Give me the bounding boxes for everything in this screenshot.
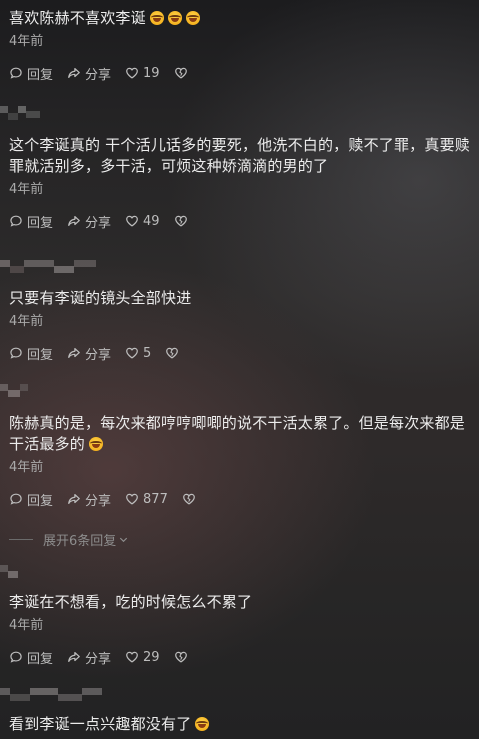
divider — [9, 539, 33, 540]
comment-time: 4年前 — [9, 460, 44, 475]
share-arrow-icon — [68, 652, 80, 662]
broken-heart-icon — [174, 67, 187, 79]
share-button[interactable]: 分享 — [67, 344, 111, 363]
comment-time: 4年前 — [9, 618, 44, 633]
heart-icon — [126, 215, 138, 227]
avatar[interactable] — [0, 565, 18, 579]
heart-icon — [126, 347, 138, 359]
comment-bubble-icon — [10, 493, 22, 505]
dislike-button[interactable] — [165, 346, 183, 360]
comment-item: 只要有李诞的镜头全部快进 4年前 回复 分享 5 — [9, 288, 471, 363]
comment-bubble-icon — [10, 651, 22, 663]
like-count: 5 — [143, 345, 152, 361]
comment-text: 这个李诞真的 干个活儿话多的要死，他洗不白的，赎不了罪，真要赎罪就活别多，多干活… — [9, 136, 470, 175]
like-count: 49 — [143, 213, 160, 229]
like-button[interactable]: 877 — [125, 492, 168, 507]
broken-heart-icon — [166, 347, 179, 359]
avatar[interactable] — [0, 384, 28, 398]
laughing-tears-emoji-icon — [195, 717, 210, 731]
avatar[interactable] — [0, 260, 96, 274]
share-button[interactable]: 分享 — [67, 212, 111, 231]
comment-item: 喜欢陈赫不喜欢李诞 4年前 回复 分享 19 — [9, 8, 471, 83]
dislike-button[interactable] — [174, 650, 192, 664]
reply-button[interactable]: 回复 — [9, 212, 53, 231]
laughing-tears-emoji-icon — [167, 11, 182, 25]
reply-button[interactable]: 回复 — [9, 344, 53, 363]
comment-bubble-icon — [10, 347, 22, 359]
reply-button[interactable]: 回复 — [9, 490, 53, 509]
share-button[interactable]: 分享 — [67, 648, 111, 667]
comment-actions: 回复 分享 19 — [9, 64, 471, 83]
reply-button[interactable]: 回复 — [9, 648, 53, 667]
avatar[interactable] — [0, 106, 40, 120]
comment-bubble-icon — [10, 215, 22, 227]
comment-item: 看到李诞一点兴趣都没有了 — [9, 714, 471, 735]
comment-text: 李诞在不想看，吃的时候怎么不累了 — [9, 593, 253, 611]
like-button[interactable]: 29 — [125, 650, 160, 665]
comment-time: 4年前 — [9, 34, 44, 49]
like-count: 19 — [143, 65, 160, 81]
heart-icon — [126, 67, 138, 79]
share-arrow-icon — [68, 68, 80, 78]
comment-text: 喜欢陈赫不喜欢李诞 — [9, 8, 471, 29]
broken-heart-icon — [174, 651, 187, 663]
broken-heart-icon — [174, 215, 187, 227]
comment-item: 陈赫真的是，每次来都哼哼唧唧的说不干活太累了。但是每次来都是干活最多的 4年前 … — [9, 413, 471, 509]
laughing-tears-emoji-icon — [149, 11, 164, 25]
avatar[interactable] — [0, 688, 102, 702]
comment-time: 4年前 — [9, 182, 44, 197]
laughing-tears-emoji-icon — [185, 11, 200, 25]
like-count: 29 — [143, 649, 160, 665]
comment-actions: 回复 分享 5 — [9, 344, 471, 363]
expand-replies-label: 展开6条回复 — [43, 534, 117, 549]
broken-heart-icon — [182, 493, 195, 505]
share-arrow-icon — [68, 494, 80, 504]
share-button[interactable]: 分享 — [67, 490, 111, 509]
share-button[interactable]: 分享 — [67, 64, 111, 83]
share-arrow-icon — [68, 216, 80, 226]
like-count: 877 — [143, 491, 168, 507]
comment-bubble-icon — [10, 67, 22, 79]
like-button[interactable]: 5 — [125, 346, 151, 361]
expand-replies-button[interactable]: 展开6条回复 — [9, 530, 129, 549]
comment-text: 只要有李诞的镜头全部快进 — [9, 289, 192, 307]
comment-text: 陈赫真的是，每次来都哼哼唧唧的说不干活太累了。但是每次来都是干活最多的 — [9, 414, 466, 453]
heart-icon — [126, 493, 138, 505]
comment-text: 看到李诞一点兴趣都没有了 — [9, 714, 471, 735]
heart-icon — [126, 651, 138, 663]
comment-actions: 回复 分享 877 — [9, 490, 471, 509]
comment-item: 李诞在不想看，吃的时候怎么不累了 4年前 回复 分享 29 — [9, 592, 471, 667]
chevron-down-icon — [120, 537, 128, 543]
comment-time: 4年前 — [9, 314, 44, 329]
share-arrow-icon — [68, 348, 80, 358]
like-button[interactable]: 19 — [125, 66, 160, 81]
comment-actions: 回复 分享 29 — [9, 648, 471, 667]
comment-item: 这个李诞真的 干个活儿话多的要死，他洗不白的，赎不了罪，真要赎罪就活别多，多干活… — [9, 135, 471, 231]
dislike-button[interactable] — [174, 66, 192, 80]
like-button[interactable]: 49 — [125, 214, 160, 229]
reply-button[interactable]: 回复 — [9, 64, 53, 83]
comment-actions: 回复 分享 49 — [9, 212, 471, 231]
dislike-button[interactable] — [182, 492, 200, 506]
laughing-tears-emoji-icon — [89, 437, 104, 451]
dislike-button[interactable] — [174, 214, 192, 228]
